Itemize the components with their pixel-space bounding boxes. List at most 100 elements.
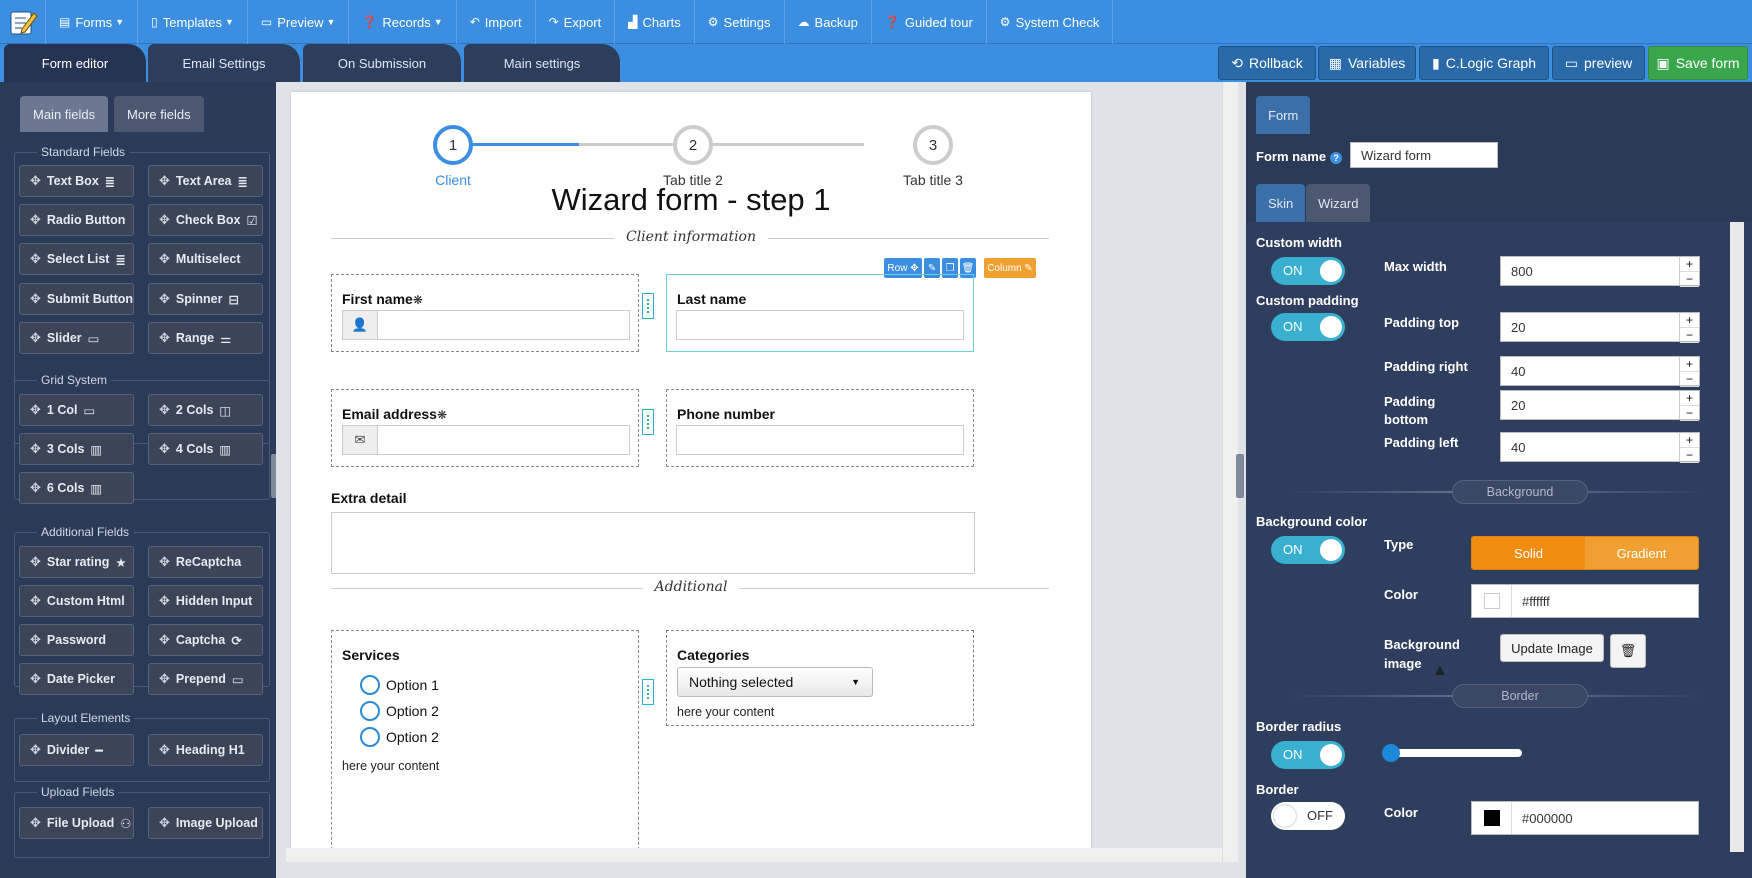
column-resize-handle[interactable] bbox=[642, 409, 654, 435]
border-color-input[interactable]: #000000 bbox=[1471, 801, 1699, 835]
minus-icon[interactable]: − bbox=[1680, 272, 1699, 287]
background-color-input[interactable]: #ffffff bbox=[1471, 584, 1699, 618]
plus-icon[interactable]: + bbox=[1680, 433, 1699, 448]
nav-guided-tour[interactable]: ❓ Guided tour bbox=[872, 0, 987, 44]
plus-icon[interactable]: + bbox=[1680, 313, 1699, 328]
column-resize-handle[interactable] bbox=[642, 293, 654, 319]
minus-icon[interactable]: − bbox=[1680, 372, 1699, 387]
field-star-rating[interactable]: ✥ Star rating ★ bbox=[19, 546, 134, 578]
field-submit-button[interactable]: ✥ Submit Button bbox=[19, 283, 134, 315]
stepper[interactable]: + − bbox=[1679, 433, 1699, 463]
tab-skin[interactable]: Skin bbox=[1256, 184, 1306, 222]
custom-padding-toggle[interactable]: ON bbox=[1271, 313, 1345, 341]
field-radio-button[interactable]: ✥ Radio Button bbox=[19, 204, 134, 236]
plus-icon[interactable]: + bbox=[1680, 257, 1699, 272]
form-name-input[interactable]: Wizard form bbox=[1350, 142, 1498, 168]
type-solid-option[interactable]: Solid bbox=[1472, 537, 1585, 569]
tab-email-settings[interactable]: Email Settings bbox=[148, 44, 300, 82]
field-custom-html[interactable]: ✥ Custom Html bbox=[19, 585, 134, 617]
categories-select[interactable]: Nothing selected ▼ bbox=[677, 667, 873, 697]
tab-more-fields[interactable]: More fields bbox=[114, 96, 204, 132]
nav-preview[interactable]: ▭ Preview ▼ bbox=[248, 0, 350, 44]
color-swatch[interactable] bbox=[1472, 585, 1512, 617]
update-image-button[interactable]: Update Image bbox=[1500, 634, 1604, 662]
tab-wizard[interactable]: Wizard bbox=[1306, 184, 1371, 222]
field-captcha[interactable]: ✥ Captcha ⟳ bbox=[148, 624, 263, 656]
wizard-step-3[interactable]: 3 bbox=[913, 125, 953, 165]
field-text-area[interactable]: ✥ Text Area ≣ bbox=[148, 165, 263, 197]
custom-width-toggle[interactable]: ON bbox=[1271, 257, 1345, 285]
field-text-box[interactable]: ✥ Text Box ≣ bbox=[19, 165, 134, 197]
stepper[interactable]: + − bbox=[1679, 313, 1699, 343]
field-password[interactable]: ✥ Password bbox=[19, 624, 134, 656]
plus-icon[interactable]: + bbox=[1680, 357, 1699, 372]
padding-top-input[interactable]: 20 + − bbox=[1500, 312, 1700, 343]
type-gradient-option[interactable]: Gradient bbox=[1585, 537, 1698, 569]
background-color-toggle[interactable]: ON bbox=[1271, 536, 1345, 564]
stepper[interactable]: + − bbox=[1679, 391, 1699, 421]
field-range[interactable]: ✥ Range ⚌ bbox=[148, 322, 263, 354]
stepper[interactable]: + − bbox=[1679, 257, 1699, 287]
last-name-input[interactable] bbox=[676, 310, 964, 340]
padding-left-input[interactable]: 40 + − bbox=[1500, 432, 1700, 463]
clogic-graph-button[interactable]: ▮ C.Logic Graph bbox=[1419, 46, 1549, 80]
properties-scrollbar[interactable] bbox=[1730, 222, 1744, 852]
field-slider[interactable]: ✥ Slider ▭ bbox=[19, 322, 134, 354]
save-form-button[interactable]: ▣ Save form bbox=[1648, 46, 1748, 80]
rollback-button[interactable]: ⟲ Rollback bbox=[1218, 46, 1316, 80]
email-field[interactable]: Email address❋ ✉ bbox=[331, 389, 639, 467]
border-toggle[interactable]: OFF bbox=[1271, 802, 1345, 830]
field-divider[interactable]: ✥ Divider ━ bbox=[19, 734, 134, 766]
nav-records[interactable]: ❓ Records ▼ bbox=[349, 0, 457, 44]
column-edit-button[interactable]: Column ✎ bbox=[984, 258, 1036, 278]
border-radius-slider[interactable] bbox=[1382, 744, 1522, 762]
minus-icon[interactable]: − bbox=[1680, 448, 1699, 463]
wizard-step-2[interactable]: 2 bbox=[673, 125, 713, 165]
slider-thumb[interactable] bbox=[1382, 744, 1400, 762]
minus-icon[interactable]: − bbox=[1680, 406, 1699, 421]
wizard-step-1[interactable]: 1 bbox=[433, 125, 473, 165]
nav-settings[interactable]: ⚙ Settings bbox=[695, 0, 785, 44]
field-6-cols[interactable]: ✥ 6 Cols ▥ bbox=[19, 472, 134, 504]
padding-right-input[interactable]: 40 + − bbox=[1500, 356, 1700, 387]
canvas-horizontal-scrollbar[interactable] bbox=[286, 848, 1222, 862]
right-panel-collapse-handle[interactable] bbox=[1236, 454, 1244, 498]
trash-icon[interactable]: 🗑 bbox=[1610, 634, 1646, 668]
nav-charts[interactable]: ▟ Charts bbox=[615, 0, 695, 44]
phone-input[interactable] bbox=[676, 425, 964, 455]
app-logo[interactable] bbox=[0, 0, 46, 44]
nav-system-check[interactable]: ⚙ System Check bbox=[987, 0, 1114, 44]
field-hidden-input[interactable]: ✥ Hidden Input bbox=[148, 585, 263, 617]
nav-import[interactable]: ↶ Import bbox=[457, 0, 536, 44]
nav-templates[interactable]: ▯ Templates ▼ bbox=[138, 0, 248, 44]
preview-button[interactable]: ▭ preview bbox=[1552, 46, 1645, 80]
padding-bottom-input[interactable]: 20 + − bbox=[1500, 390, 1700, 421]
minus-icon[interactable]: − bbox=[1680, 328, 1699, 343]
nav-export[interactable]: ↷ Export bbox=[536, 0, 616, 44]
categories-field[interactable]: Categories Nothing selected ▼ here your c… bbox=[666, 630, 974, 726]
tab-on-submission[interactable]: On Submission bbox=[303, 44, 461, 82]
field-multiselect[interactable]: ✥ Multiselect bbox=[148, 243, 263, 275]
field-3-cols[interactable]: ✥ 3 Cols ▥ bbox=[19, 433, 134, 465]
field-file-upload[interactable]: ✥ File Upload ⚇ bbox=[19, 807, 134, 839]
field-date-picker[interactable]: ✥ Date Picker bbox=[19, 663, 134, 695]
field-4-cols[interactable]: ✥ 4 Cols ▥ bbox=[148, 433, 263, 465]
radio-option-3[interactable] bbox=[360, 727, 380, 747]
radio-option-1[interactable] bbox=[360, 675, 380, 695]
plus-icon[interactable]: + bbox=[1680, 391, 1699, 406]
field-2-cols[interactable]: ✥ 2 Cols ◫ bbox=[148, 394, 263, 426]
email-input[interactable] bbox=[377, 425, 630, 455]
services-field[interactable]: Services Option 1 Option 2 Option 2 here… bbox=[331, 630, 639, 860]
background-type-toggle[interactable]: Solid Gradient bbox=[1471, 536, 1699, 570]
field-select-list[interactable]: ✥ Select List ≣ bbox=[19, 243, 134, 275]
max-width-input[interactable]: 800 + − bbox=[1500, 256, 1700, 287]
tab-main-settings[interactable]: Main settings bbox=[464, 44, 620, 82]
stepper[interactable]: + − bbox=[1679, 357, 1699, 387]
field-recaptcha[interactable]: ✥ ReCaptcha bbox=[148, 546, 263, 578]
nav-forms[interactable]: ▤ Forms ▼ bbox=[46, 0, 139, 44]
field-spinner[interactable]: ✥ Spinner ⊟ bbox=[148, 283, 263, 315]
first-name-input[interactable] bbox=[377, 310, 630, 340]
last-name-field[interactable]: Last name bbox=[666, 274, 974, 352]
tab-form-editor[interactable]: Form editor bbox=[4, 44, 146, 82]
border-radius-toggle[interactable]: ON bbox=[1271, 741, 1345, 769]
